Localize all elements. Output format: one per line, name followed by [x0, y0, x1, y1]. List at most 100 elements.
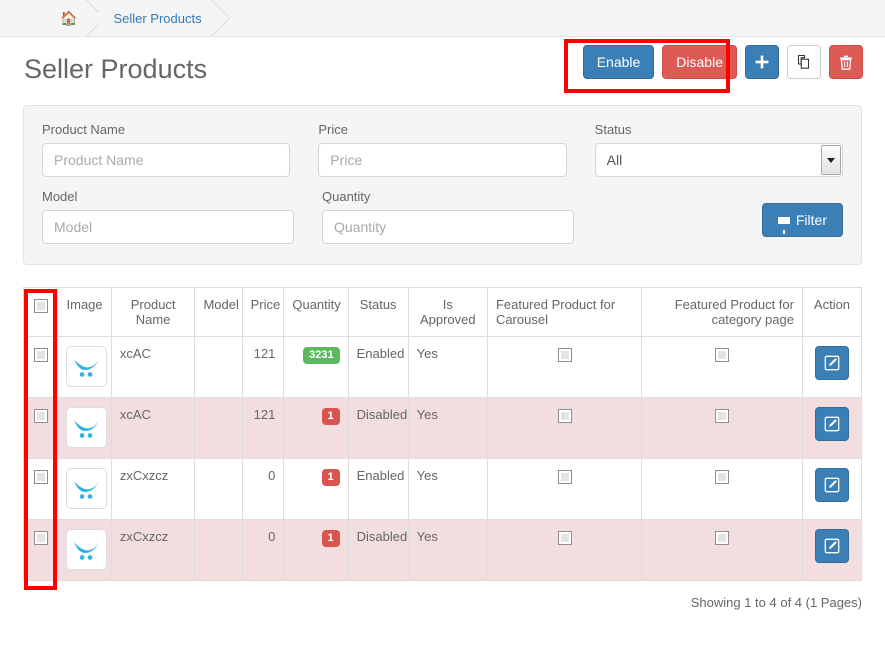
- opencart-logo-icon: [66, 346, 108, 387]
- row-price: 0: [241, 519, 285, 581]
- row-is-approved: Yes: [407, 458, 488, 520]
- filter-button[interactable]: Filter: [761, 203, 843, 237]
- home-icon: 🏠: [60, 10, 78, 26]
- table-row: xcAC 121 3231 Enabled Yes: [22, 336, 863, 398]
- featured-carousel-checkbox[interactable]: [557, 408, 572, 423]
- row-product-name: xcAC: [110, 336, 196, 398]
- delete-button[interactable]: [829, 45, 863, 79]
- filter-field-price: Price: [318, 122, 567, 177]
- row-featured-category-cell: [641, 397, 803, 459]
- row-featured-carousel-cell: [486, 519, 643, 581]
- table-body: xcAC 121 3231 Enabled Yes xcAC 121 1 Disabled Ye…: [22, 336, 863, 581]
- row-price: 0: [241, 458, 285, 520]
- plus-icon: [755, 55, 769, 69]
- edit-icon: [824, 416, 840, 432]
- row-select-checkbox[interactable]: [33, 408, 48, 423]
- row-action-cell: [801, 519, 863, 581]
- featured-carousel-checkbox[interactable]: [557, 469, 572, 484]
- funnel-icon: [777, 216, 790, 234]
- row-status: Disabled: [347, 397, 409, 459]
- row-image-cell: [57, 336, 112, 398]
- featured-category-checkbox[interactable]: [715, 469, 730, 484]
- page-toolbar: Enable Disable: [582, 45, 863, 79]
- row-quantity-cell: 3231: [283, 336, 349, 398]
- header-model: Model: [194, 287, 243, 337]
- edit-button[interactable]: [814, 468, 849, 502]
- filter-field-quantity: Quantity: [322, 189, 574, 244]
- filter-row-2: Model Quantity Filter: [42, 189, 843, 244]
- edit-icon: [824, 477, 840, 493]
- product-name-label: Product Name: [42, 122, 126, 137]
- model-label: Model: [42, 189, 78, 204]
- filter-field-status: Status All: [594, 122, 843, 177]
- row-model: [194, 519, 243, 581]
- copy-button[interactable]: [787, 45, 821, 79]
- featured-category-checkbox[interactable]: [715, 408, 730, 423]
- status-select[interactable]: All: [594, 143, 843, 177]
- enable-button[interactable]: Enable: [582, 45, 655, 79]
- row-price: 121: [241, 336, 285, 398]
- edit-button[interactable]: [814, 407, 849, 441]
- quantity-input[interactable]: [322, 210, 574, 244]
- row-action-cell: [801, 458, 863, 520]
- header-price: Price: [241, 287, 285, 337]
- edit-button[interactable]: [814, 346, 849, 380]
- row-is-approved: Yes: [407, 336, 488, 398]
- table-row: xcAC 121 1 Disabled Yes: [22, 397, 863, 459]
- row-status: Enabled: [347, 458, 409, 520]
- filter-button-wrap: Filter: [602, 189, 843, 237]
- header-featured-category: Featured Product for category page: [641, 287, 803, 337]
- breadcrumb-home-link[interactable]: 🏠: [46, 0, 100, 36]
- breadcrumb-label: Seller Products: [113, 10, 202, 26]
- filter-panel: Product Name Price Status All Model Quan…: [23, 105, 862, 265]
- row-quantity-cell: 1: [283, 397, 349, 459]
- row-is-approved: Yes: [407, 519, 488, 581]
- row-select-cell: [22, 397, 59, 459]
- quantity-badge: 1: [321, 530, 340, 547]
- row-model: [194, 458, 243, 520]
- table-row: zxCxzcz 0 1 Disabled Yes: [22, 519, 863, 581]
- header-select-all: [22, 287, 59, 337]
- product-name-input[interactable]: [42, 143, 291, 177]
- opencart-logo-icon: [66, 529, 108, 570]
- price-input[interactable]: [318, 143, 567, 177]
- row-select-checkbox[interactable]: [33, 530, 48, 545]
- featured-category-checkbox[interactable]: [715, 530, 730, 545]
- row-select-checkbox[interactable]: [33, 469, 48, 484]
- row-select-checkbox[interactable]: [33, 347, 48, 362]
- row-action-cell: [801, 397, 863, 459]
- row-is-approved: Yes: [407, 397, 488, 459]
- row-image-cell: [57, 458, 112, 520]
- row-select-cell: [22, 336, 59, 398]
- featured-carousel-checkbox[interactable]: [557, 347, 572, 362]
- filter-field-model: Model: [42, 189, 294, 244]
- edit-icon: [824, 538, 840, 554]
- add-new-button[interactable]: [745, 45, 779, 79]
- row-quantity-cell: 1: [283, 458, 349, 520]
- row-product-name: zxCxzcz: [110, 519, 196, 581]
- trash-icon: [840, 55, 852, 70]
- row-price: 121: [241, 397, 285, 459]
- table-row: zxCxzcz 0 1 Enabled Yes: [22, 458, 863, 520]
- header-image: Image: [57, 287, 112, 337]
- row-featured-carousel-cell: [486, 397, 643, 459]
- breadcrumb: 🏠 Seller Products: [0, 0, 885, 37]
- model-input[interactable]: [42, 210, 294, 244]
- select-all-checkbox[interactable]: [33, 298, 48, 313]
- row-image-cell: [57, 519, 112, 581]
- row-quantity-cell: 1: [283, 519, 349, 581]
- featured-category-checkbox[interactable]: [715, 347, 730, 362]
- header-product-name: Product Name: [110, 287, 196, 337]
- breadcrumb-item-seller-products[interactable]: Seller Products: [99, 0, 224, 36]
- featured-carousel-checkbox[interactable]: [557, 530, 572, 545]
- copy-icon: [797, 54, 810, 69]
- filter-row-1: Product Name Price Status All: [42, 122, 843, 177]
- table-header-row: Image Product Name Model Price Quantity …: [22, 287, 863, 337]
- header-action: Action: [801, 287, 863, 337]
- row-status: Disabled: [347, 519, 409, 581]
- edit-button[interactable]: [814, 529, 849, 563]
- row-product-name: zxCxzcz: [110, 458, 196, 520]
- row-model: [194, 336, 243, 398]
- disable-button[interactable]: Disable: [662, 45, 737, 79]
- row-featured-carousel-cell: [486, 458, 643, 520]
